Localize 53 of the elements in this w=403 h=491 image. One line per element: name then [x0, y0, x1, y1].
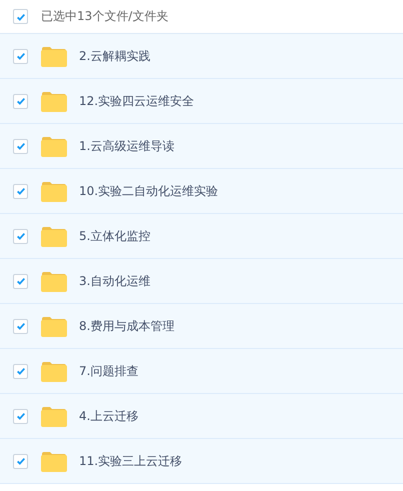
file-row[interactable]: 11.实验三上云迁移: [0, 439, 403, 484]
file-checkbox[interactable]: [13, 228, 28, 244]
folder-icon: [41, 90, 67, 112]
folder-name: 1.云高级运维导读: [79, 138, 174, 154]
checkmark-icon: [16, 141, 26, 151]
file-checkbox[interactable]: [13, 138, 28, 154]
file-checkbox[interactable]: [13, 318, 28, 334]
folder-icon: [41, 226, 67, 246]
checkmark-icon: [16, 276, 26, 286]
file-checkbox[interactable]: [13, 364, 28, 378]
folder-icon: [41, 406, 67, 426]
folder-icon: [41, 450, 67, 472]
file-row[interactable]: 12.实验四云运维安全: [0, 79, 403, 124]
folder-icon: [41, 360, 67, 382]
checkmark-icon: [16, 231, 26, 241]
selection-count: 已选中13个文件/文件夹: [41, 8, 168, 25]
checkmark-icon: [16, 366, 26, 376]
file-row[interactable]: 10.实验二自动化运维实验: [0, 169, 403, 214]
file-checkbox[interactable]: [13, 408, 28, 424]
file-checkbox[interactable]: [13, 184, 28, 198]
folder-name: 12.实验四云运维安全: [79, 92, 194, 110]
checkmark-icon: [16, 51, 26, 61]
folder-icon: [41, 270, 67, 292]
file-row[interactable]: 2.云解耦实践: [0, 34, 403, 79]
folder-icon: [41, 180, 67, 202]
file-row[interactable]: 1.云高级运维导读: [0, 124, 403, 169]
file-checkbox[interactable]: [13, 94, 28, 108]
file-row[interactable]: 8.费用与成本管理: [0, 304, 403, 349]
folder-icon: [41, 136, 67, 156]
folder-icon: [41, 316, 67, 336]
folder-name: 3.自动化运维: [79, 272, 150, 290]
file-checkbox[interactable]: [13, 454, 28, 468]
file-row[interactable]: 7.问题排查: [0, 349, 403, 394]
checkmark-icon: [16, 456, 26, 466]
file-row[interactable]: 3.自动化运维: [0, 259, 403, 304]
checkmark-icon: [16, 186, 26, 196]
file-row[interactable]: 5.立体化监控: [0, 214, 403, 259]
folder-name: 2.云解耦实践: [79, 48, 150, 64]
checkmark-icon: [16, 96, 26, 106]
checkmark-icon: [16, 321, 26, 331]
file-checkbox[interactable]: [13, 274, 28, 288]
checkmark-icon: [16, 411, 26, 421]
checkmark-icon: [16, 12, 26, 22]
file-checkbox[interactable]: [13, 48, 28, 64]
folder-name: 7.问题排查: [79, 362, 138, 380]
folder-name: 10.实验二自动化运维实验: [79, 182, 218, 200]
select-all-checkbox[interactable]: [13, 9, 28, 24]
folder-name: 11.实验三上云迁移: [79, 452, 182, 470]
folder-name: 8.费用与成本管理: [79, 318, 174, 334]
folder-name: 4.上云迁移: [79, 408, 138, 424]
folder-name: 5.立体化监控: [79, 228, 150, 244]
folder-icon: [41, 46, 67, 66]
file-row[interactable]: 4.上云迁移: [0, 394, 403, 439]
